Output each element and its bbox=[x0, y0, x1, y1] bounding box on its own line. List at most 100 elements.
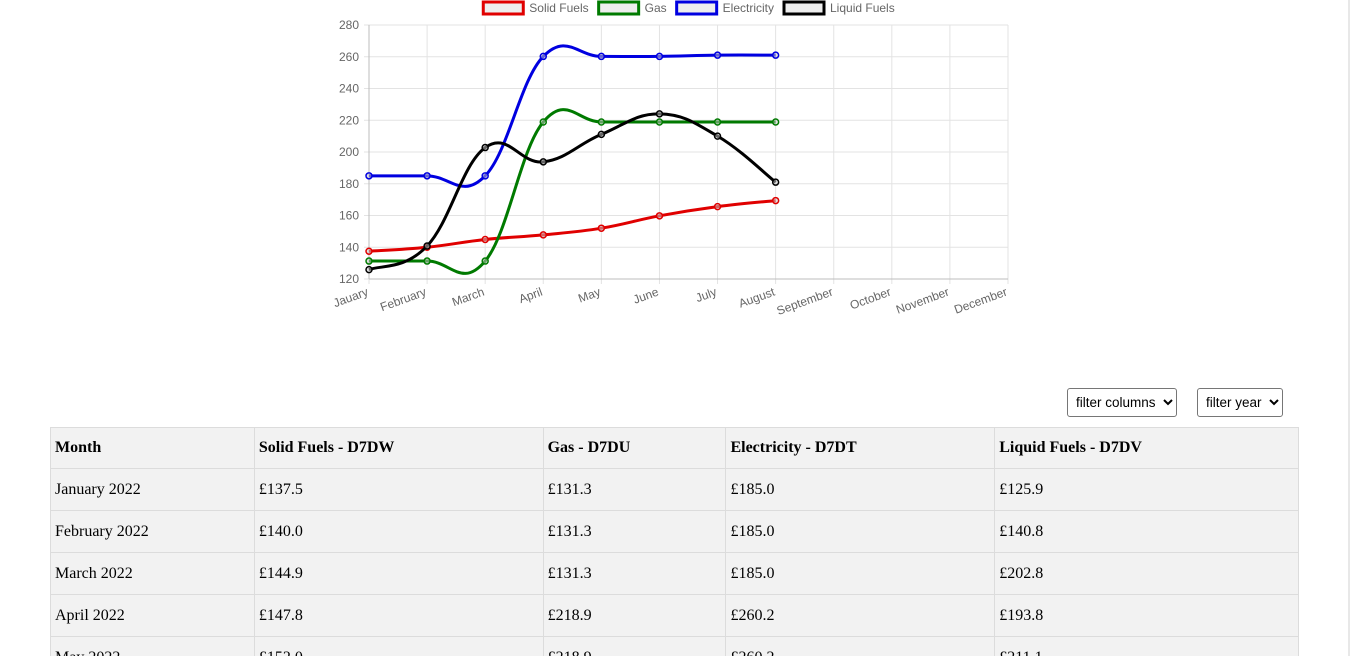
table-cell: April 2022 bbox=[50, 594, 255, 637]
fuel-price-table: Month Solid Fuels - D7DW Gas - D7DU Elec… bbox=[50, 427, 1299, 656]
x-tick-label: September bbox=[775, 285, 835, 318]
filter-year-select[interactable]: filter year bbox=[1197, 388, 1283, 417]
electricity-point bbox=[713, 51, 722, 59]
solid-fuels-point bbox=[481, 235, 489, 244]
table-cell: £218.9 bbox=[542, 594, 727, 637]
solid-fuels-point bbox=[713, 202, 722, 211]
gas-point bbox=[597, 118, 606, 126]
liquid-fuels-point bbox=[713, 132, 722, 140]
liquid-fuels-point bbox=[597, 130, 606, 139]
header-solid-fuels: Solid Fuels - D7DW bbox=[253, 427, 544, 469]
y-tick-label: 220 bbox=[339, 113, 359, 127]
y-tick-label: 260 bbox=[339, 50, 359, 64]
electricity-point bbox=[539, 52, 548, 61]
liquid-fuels-point bbox=[655, 110, 664, 118]
table-cell: £131.3 bbox=[542, 510, 727, 553]
legend-label-liquid-fuels: Liquid Fuels bbox=[830, 1, 895, 15]
y-tick-label: 160 bbox=[339, 209, 359, 223]
table-cell: £218.9 bbox=[542, 636, 727, 656]
solid-fuels-point bbox=[365, 247, 373, 255]
liquid-fuels-point bbox=[539, 158, 548, 166]
header-gas: Gas - D7DU bbox=[542, 427, 727, 469]
legend-label-electricity: Electricity bbox=[723, 1, 774, 15]
filter-controls: filter columns filter year bbox=[1067, 388, 1283, 417]
electricity-line bbox=[369, 44, 776, 188]
table-cell: £260.2 bbox=[725, 636, 996, 656]
header-month: Month bbox=[50, 427, 255, 469]
header-liquid-fuels: Liquid Fuels - D7DV bbox=[994, 427, 1299, 469]
gas-point bbox=[365, 257, 373, 265]
fuel-price-line-chart: Solid Fuels Gas Electricity Liquid Fuels 12… bbox=[331, 0, 1009, 318]
gas-point bbox=[539, 118, 548, 126]
x-tick-label: March bbox=[450, 285, 486, 310]
table-cell: £211.1 bbox=[994, 636, 1299, 656]
gas-point bbox=[713, 118, 722, 126]
filter-columns-select[interactable]: filter columns bbox=[1067, 388, 1177, 417]
solid-fuels-point bbox=[655, 212, 664, 220]
solid-fuels-point bbox=[771, 196, 780, 205]
electricity-point bbox=[481, 172, 489, 180]
liquid-fuels-point bbox=[423, 242, 431, 250]
header-electricity: Electricity - D7DT bbox=[725, 427, 996, 469]
table-cell: £147.8 bbox=[253, 594, 544, 637]
electricity-point bbox=[423, 172, 431, 180]
table-cell: £152.0 bbox=[253, 636, 544, 656]
table-cell: January 2022 bbox=[50, 468, 255, 511]
table-row: May 2022 £152.0 £218.9 £260.2 £211.1 bbox=[50, 636, 1299, 656]
x-tick-label: August bbox=[737, 284, 778, 310]
table-header-row: Month Solid Fuels - D7DW Gas - D7DU Elec… bbox=[50, 427, 1299, 469]
y-tick-label: 120 bbox=[339, 272, 359, 286]
y-axis: 120 140 160 180 200 220 240 260 280 bbox=[339, 18, 359, 286]
table-cell: £140.0 bbox=[253, 510, 544, 553]
table-row: April 2022 £147.8 £218.9 £260.2 £193.8 bbox=[50, 594, 1299, 637]
liquid-fuels-point bbox=[365, 265, 373, 274]
y-tick-label: 200 bbox=[339, 145, 359, 159]
table-cell: £131.3 bbox=[542, 468, 727, 511]
x-tick-label: June bbox=[631, 285, 661, 307]
liquid-fuels-point bbox=[771, 178, 780, 186]
table-cell: £185.0 bbox=[725, 468, 996, 511]
table-cell: £140.8 bbox=[994, 510, 1299, 553]
table-cell: February 2022 bbox=[50, 510, 255, 553]
x-tick-label: April bbox=[517, 285, 544, 306]
table-cell: May 2022 bbox=[50, 636, 255, 656]
y-tick-label: 180 bbox=[339, 177, 359, 191]
x-tick-label: October bbox=[848, 285, 893, 313]
electricity-point bbox=[771, 51, 780, 59]
table-row: January 2022 £137.5 £131.3 £185.0 £125.9 bbox=[50, 468, 1299, 511]
table-row: February 2022 £140.0 £131.3 £185.0 £140.… bbox=[50, 510, 1299, 553]
table-cell: £260.2 bbox=[725, 594, 996, 637]
gas-point bbox=[423, 257, 431, 265]
liquid-fuels-point bbox=[481, 143, 489, 152]
x-tick-label: Jauary bbox=[331, 285, 370, 310]
electricity-point bbox=[655, 52, 664, 61]
table-cell: £125.9 bbox=[994, 468, 1299, 511]
table-cell: £131.3 bbox=[542, 552, 727, 595]
legend-swatch-liquid-fuels bbox=[782, 0, 826, 16]
gas-point bbox=[655, 118, 664, 126]
legend-swatch-electricity bbox=[675, 0, 719, 16]
chart-series bbox=[365, 44, 780, 275]
x-tick-label: May bbox=[576, 285, 602, 306]
table-cell: £193.8 bbox=[994, 594, 1299, 637]
table-row: March 2022 £144.9 £131.3 £185.0 £202.8 bbox=[50, 552, 1299, 595]
y-tick-label: 240 bbox=[339, 82, 359, 96]
solid-fuels-point bbox=[539, 231, 548, 239]
table-cell: £185.0 bbox=[725, 552, 996, 595]
legend-label-gas: Gas bbox=[645, 1, 667, 15]
x-tick-label: February bbox=[378, 285, 428, 315]
table-cell: March 2022 bbox=[50, 552, 255, 595]
x-tick-label: December bbox=[952, 285, 1009, 317]
gas-point bbox=[771, 118, 780, 126]
x-tick-label: November bbox=[894, 285, 951, 317]
table-cell: £137.5 bbox=[253, 468, 544, 511]
solid-fuels-point bbox=[597, 224, 606, 232]
chart-legend: Solid Fuels Gas Electricity Liquid Fuels bbox=[481, 0, 895, 16]
table-cell: £144.9 bbox=[253, 552, 544, 595]
chart-grid bbox=[364, 24, 1009, 284]
y-tick-label: 280 bbox=[339, 18, 359, 32]
electricity-point bbox=[597, 52, 606, 61]
x-tick-label: July bbox=[694, 285, 719, 305]
data-table-container: Month Solid Fuels - D7DW Gas - D7DU Elec… bbox=[50, 427, 1299, 656]
x-axis: Jauary February March April May June July Augus… bbox=[331, 284, 1009, 317]
